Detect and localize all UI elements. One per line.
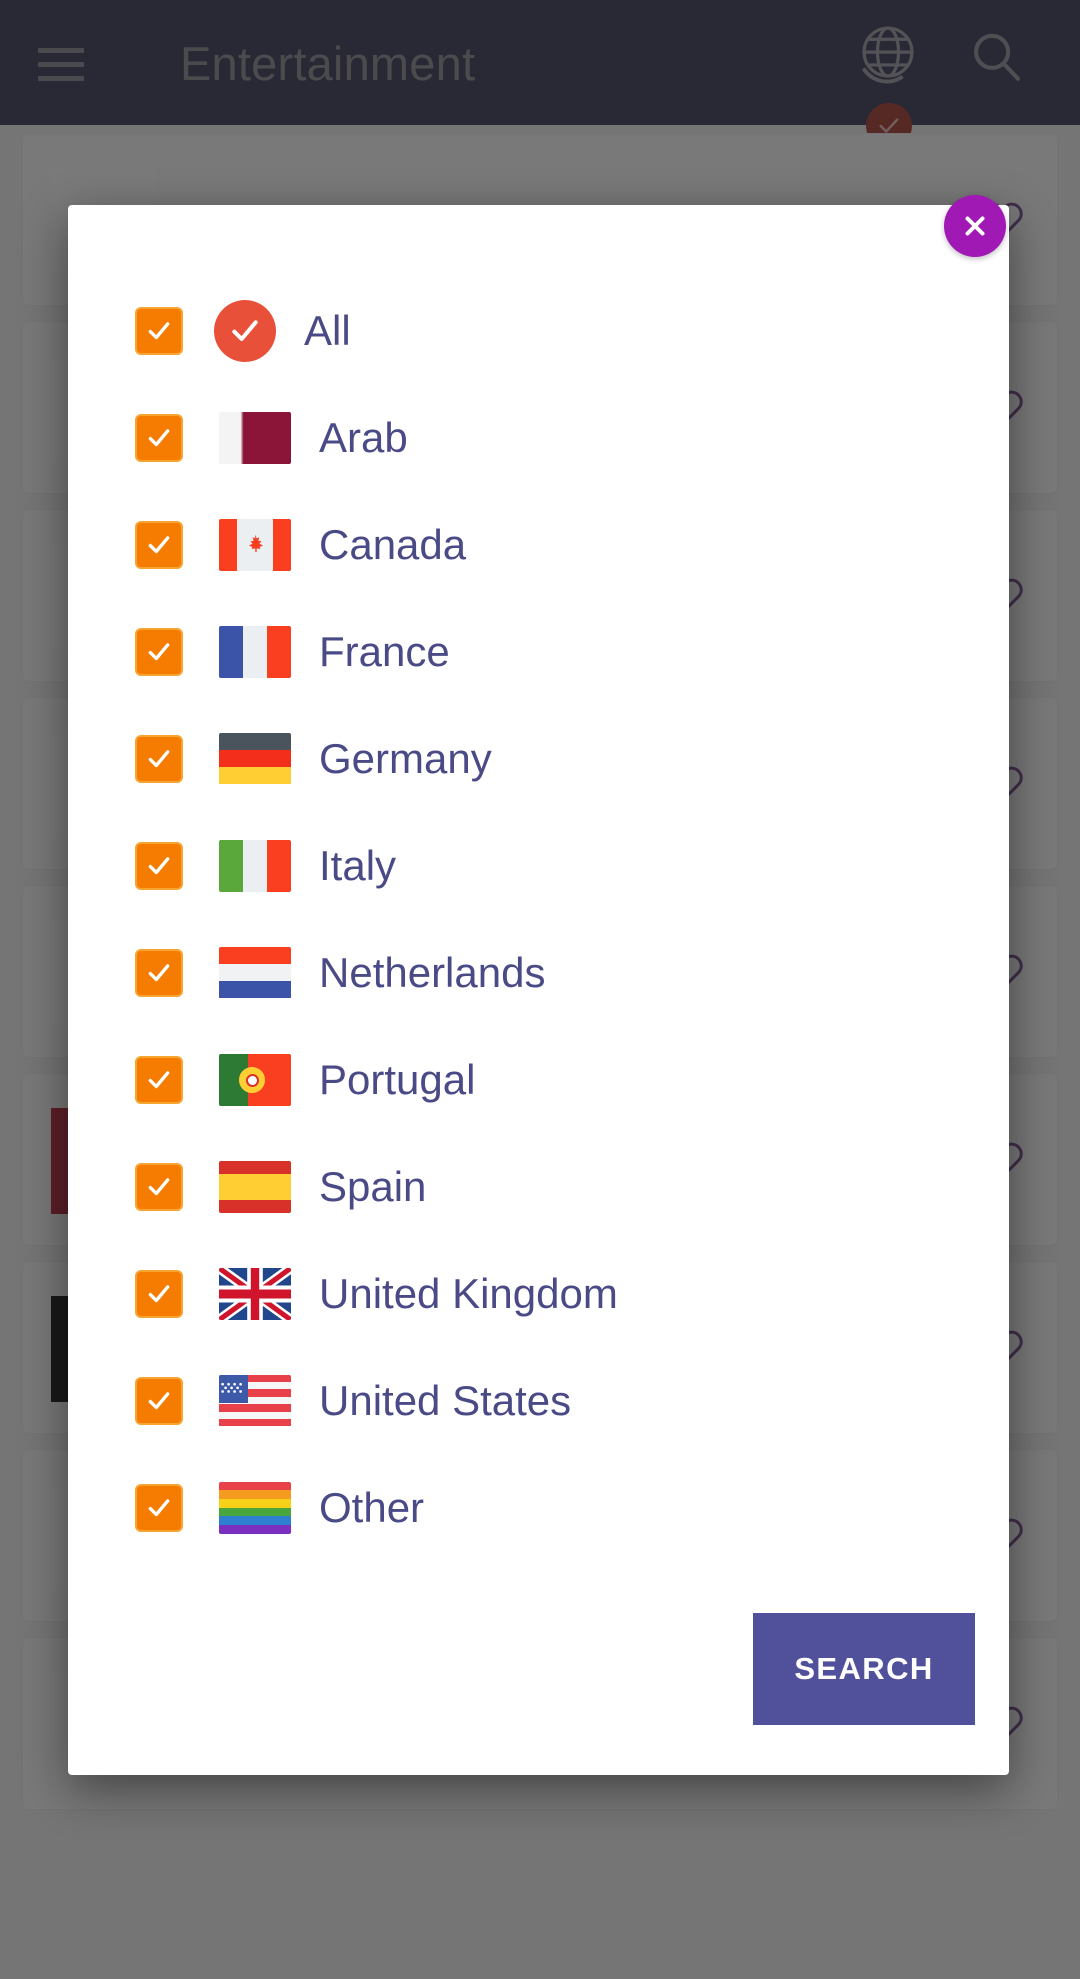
country-label: Arab bbox=[319, 413, 408, 461]
country-label: Portugal bbox=[319, 1055, 476, 1103]
country-label: France bbox=[319, 627, 450, 675]
country-checkbox[interactable] bbox=[135, 306, 183, 355]
flag-germany-icon bbox=[219, 732, 291, 785]
flag-qatar-icon bbox=[219, 411, 291, 464]
flag-netherlands-icon bbox=[219, 946, 291, 999]
screen: Entertainment b3eCaaAAntenna 3En bbox=[0, 0, 1080, 1979]
country-checkbox[interactable] bbox=[135, 1055, 183, 1104]
country-checkbox[interactable] bbox=[135, 841, 183, 890]
country-label: Germany bbox=[319, 734, 492, 782]
country-checkbox[interactable] bbox=[135, 1483, 183, 1532]
country-checkbox[interactable] bbox=[135, 520, 183, 569]
country-row[interactable]: Netherlands bbox=[68, 919, 1009, 1026]
country-row[interactable]: France bbox=[68, 598, 1009, 705]
search-button[interactable]: SEARCH bbox=[753, 1613, 975, 1725]
country-row[interactable]: Germany bbox=[68, 705, 1009, 812]
flag-spain-icon bbox=[219, 1160, 291, 1213]
flag-rainbow-icon bbox=[219, 1481, 291, 1534]
country-row[interactable]: Spain bbox=[68, 1133, 1009, 1240]
flag-france-icon bbox=[219, 625, 291, 678]
country-list[interactable]: All Arab Canada France Germany Italy Netherlan… bbox=[68, 277, 1009, 1561]
flag-usa-icon bbox=[219, 1374, 291, 1427]
country-label: Other bbox=[319, 1483, 425, 1531]
flag-canada-icon bbox=[219, 518, 291, 571]
country-label: Canada bbox=[319, 520, 467, 568]
country-checkbox[interactable] bbox=[135, 413, 183, 462]
dialog-footer: SEARCH bbox=[68, 1585, 1009, 1775]
country-label: Netherlands bbox=[319, 948, 546, 996]
country-row[interactable]: Italy bbox=[68, 812, 1009, 919]
country-row[interactable]: United States bbox=[68, 1347, 1009, 1454]
country-label: United States bbox=[319, 1376, 572, 1424]
country-checkbox[interactable] bbox=[135, 1376, 183, 1425]
flag-portugal-icon bbox=[219, 1053, 291, 1106]
close-icon[interactable] bbox=[944, 195, 1006, 257]
country-label: Italy bbox=[319, 841, 397, 889]
country-row[interactable]: United Kingdom bbox=[68, 1240, 1009, 1347]
country-filter-dialog: All Arab Canada France Germany Italy Netherlan… bbox=[68, 195, 1009, 1775]
country-checkbox[interactable] bbox=[135, 1269, 183, 1318]
country-label: United Kingdom bbox=[319, 1269, 618, 1317]
country-row[interactable]: Portugal bbox=[68, 1026, 1009, 1133]
country-checkbox[interactable] bbox=[135, 1162, 183, 1211]
country-checkbox[interactable] bbox=[135, 627, 183, 676]
country-row[interactable]: All bbox=[68, 277, 1009, 384]
country-row[interactable]: Canada bbox=[68, 491, 1009, 598]
flag-uk-icon bbox=[219, 1267, 291, 1320]
country-row[interactable]: Arab bbox=[68, 384, 1009, 491]
flag-italy-icon bbox=[219, 839, 291, 892]
country-checkbox[interactable] bbox=[135, 734, 183, 783]
country-row[interactable]: Other bbox=[68, 1454, 1009, 1561]
all-check-icon bbox=[214, 299, 276, 362]
country-label: All bbox=[304, 306, 351, 354]
country-checkbox[interactable] bbox=[135, 948, 183, 997]
country-label: Spain bbox=[319, 1162, 427, 1210]
